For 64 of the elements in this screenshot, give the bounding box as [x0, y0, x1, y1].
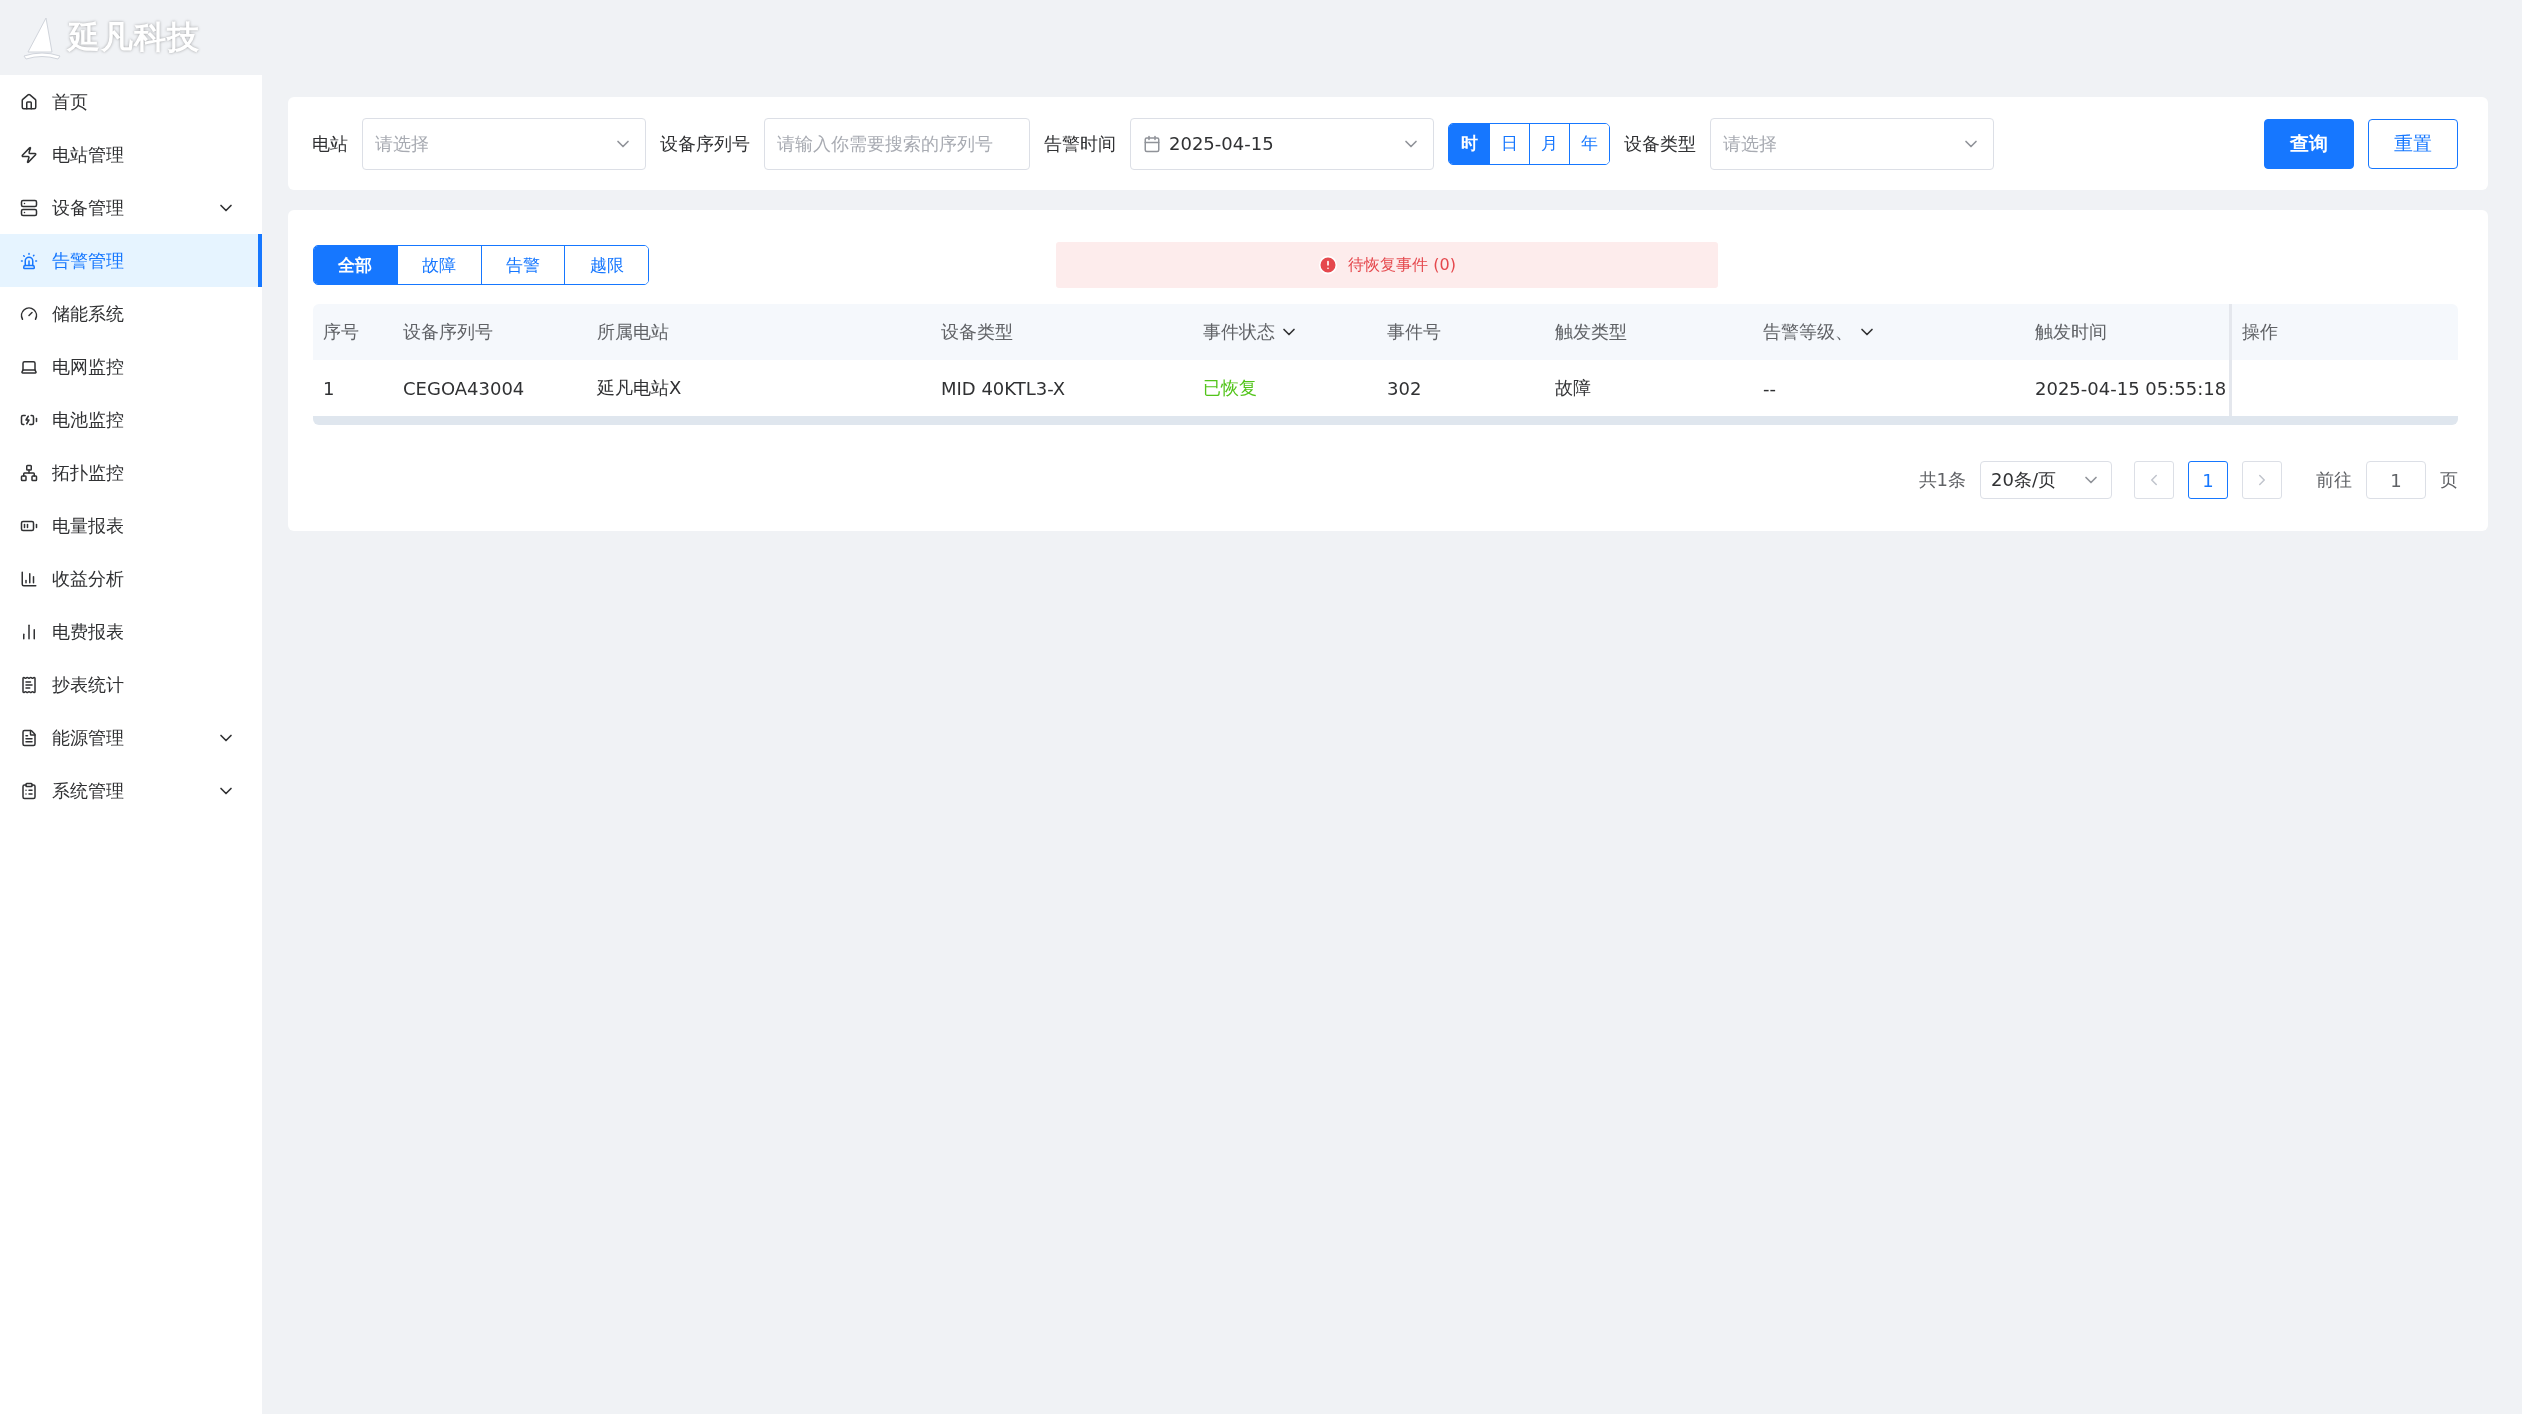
calendar-icon	[1143, 134, 1161, 153]
page-button[interactable]: 1	[2188, 461, 2228, 499]
category-tab[interactable]: 越限	[564, 246, 648, 284]
column-header: 设备类型	[940, 320, 1014, 344]
table-cell-text: CEGOA43004	[402, 376, 526, 401]
page-suffix: 页	[2440, 468, 2458, 492]
sidebar-item[interactable]: 电池监控	[0, 393, 262, 446]
network-icon	[20, 463, 38, 482]
banner-text: 待恢复事件 (0)	[1348, 254, 1456, 276]
document-icon	[20, 728, 38, 747]
table-cell-text: MID 40KTL3-X	[940, 376, 1067, 401]
column-header: 序号	[322, 320, 360, 344]
table-cell-text: 302	[1386, 376, 1423, 401]
field-label: 告警时间	[1044, 131, 1116, 156]
sidebar-item[interactable]: 首页	[0, 75, 262, 128]
column-header: 事件号	[1386, 320, 1442, 344]
table-cell-text: 1	[322, 376, 336, 401]
sidebar-item[interactable]: 电费报表	[0, 605, 262, 658]
sidebar-item[interactable]: 抄表统计	[0, 658, 262, 711]
granularity-tab[interactable]: 年	[1569, 123, 1609, 164]
date-field[interactable]: 2025-04-15	[1130, 117, 1434, 170]
category-tab[interactable]: 全部	[314, 246, 397, 284]
column-header: 触发时间	[2034, 320, 2108, 344]
column-header: 设备序列号	[402, 320, 494, 344]
field-label: 设备序列号	[660, 131, 750, 156]
query-button[interactable]: 查询	[2264, 118, 2354, 169]
clipboard-icon	[20, 781, 38, 800]
sidebar-item[interactable]: 电网监控	[0, 340, 262, 393]
table-cell-text: 2025-04-15 05:55:18	[2034, 376, 2228, 401]
lightning-icon	[20, 145, 38, 164]
granularity-tab[interactable]: 时	[1449, 123, 1489, 164]
column-header[interactable]: 告警等级、	[1753, 304, 2025, 360]
column-header: 所属电站	[596, 320, 670, 344]
reset-button[interactable]: 重置	[2368, 118, 2458, 169]
table-cell-text: 延凡电站X	[596, 376, 683, 400]
table-cell-text: --	[1762, 376, 1777, 401]
sail-logo-icon	[22, 15, 62, 60]
server-icon	[20, 198, 38, 217]
field-label: 电站	[312, 131, 348, 156]
house-icon	[20, 92, 38, 111]
sidebar-item[interactable]: 储能系统	[0, 287, 262, 340]
total-count: 共1条	[1918, 468, 1966, 492]
goto-label: 前往	[2316, 468, 2352, 492]
sidebar-item[interactable]: 设备管理	[0, 181, 262, 234]
page-size-select[interactable]: 20条/页	[1980, 461, 2112, 499]
sidebar-item[interactable]: 能源管理	[0, 711, 262, 764]
column-header[interactable]: 事件状态	[1193, 304, 1377, 360]
bar-chart-icon	[20, 569, 38, 588]
sidebar-item[interactable]: 收益分析	[0, 552, 262, 605]
bar-chart-icon	[20, 622, 38, 641]
column-header: 触发类型	[1554, 320, 1628, 344]
gauge-icon	[20, 304, 38, 323]
table-cell-text: 故障	[1554, 376, 1592, 400]
sidebar-item[interactable]: 告警管理	[0, 234, 262, 287]
field-label: 设备类型	[1624, 131, 1696, 156]
receipt-icon	[20, 675, 38, 694]
page-input[interactable]: 1	[2366, 461, 2426, 499]
sidebar-item[interactable]: 电量报表	[0, 499, 262, 552]
siren-icon	[20, 251, 38, 270]
sidebar-item[interactable]: 系统管理	[0, 764, 262, 817]
sidebar-item[interactable]: 电站管理	[0, 128, 262, 181]
alert-icon	[1318, 255, 1339, 275]
status-text: 已恢复	[1202, 376, 1258, 400]
sidebar-item[interactable]: 拓扑监控	[0, 446, 262, 499]
